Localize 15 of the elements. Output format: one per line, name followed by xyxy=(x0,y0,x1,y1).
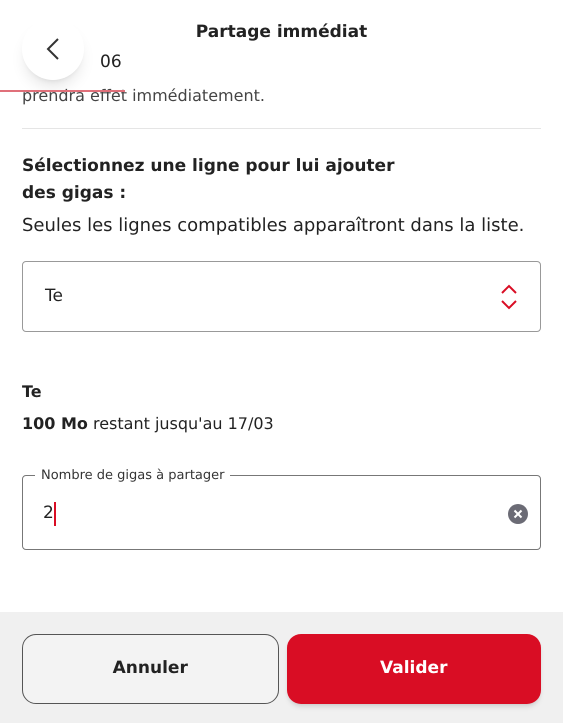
validate-button[interactable]: Valider xyxy=(286,634,541,704)
section-hint: Seules les lignes compatibles apparaîtront dans la liste. xyxy=(22,214,526,238)
clear-icon[interactable] xyxy=(508,504,528,524)
cancel-button[interactable]: Annuler xyxy=(22,634,278,704)
line-name: Te xyxy=(22,381,43,403)
section-heading: Sélectionnez une ligne pour lui ajouter des gigas : xyxy=(22,155,396,205)
gigas-field[interactable]: Nombre de gigas à partager 2 xyxy=(22,466,541,550)
remaining-data: 100 Mo restant jusqu'au 17/03 xyxy=(22,413,275,435)
line-select[interactable]: Te xyxy=(22,261,541,332)
up-down-chevron-icon xyxy=(500,284,518,310)
field-label: Nombre de gigas à partager xyxy=(40,467,226,485)
back-icon xyxy=(46,37,60,61)
back-label: 06 xyxy=(100,51,122,74)
text-cursor xyxy=(54,502,56,526)
page-title: Partage immédiat xyxy=(196,21,368,44)
